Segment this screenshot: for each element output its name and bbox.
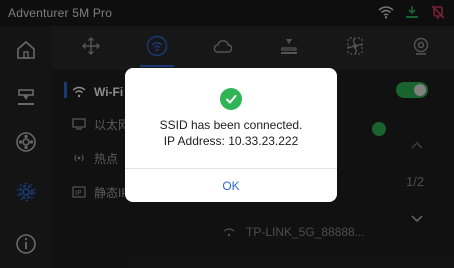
- ok-button[interactable]: OK: [125, 169, 337, 202]
- connection-success-dialog: SSID has been connected. IP Address: 10.…: [125, 68, 337, 202]
- dialog-ip-address: IP Address: 10.33.23.222: [163, 134, 299, 148]
- dialog-message: SSID has been connected.: [159, 118, 303, 132]
- success-check-icon: [220, 88, 242, 110]
